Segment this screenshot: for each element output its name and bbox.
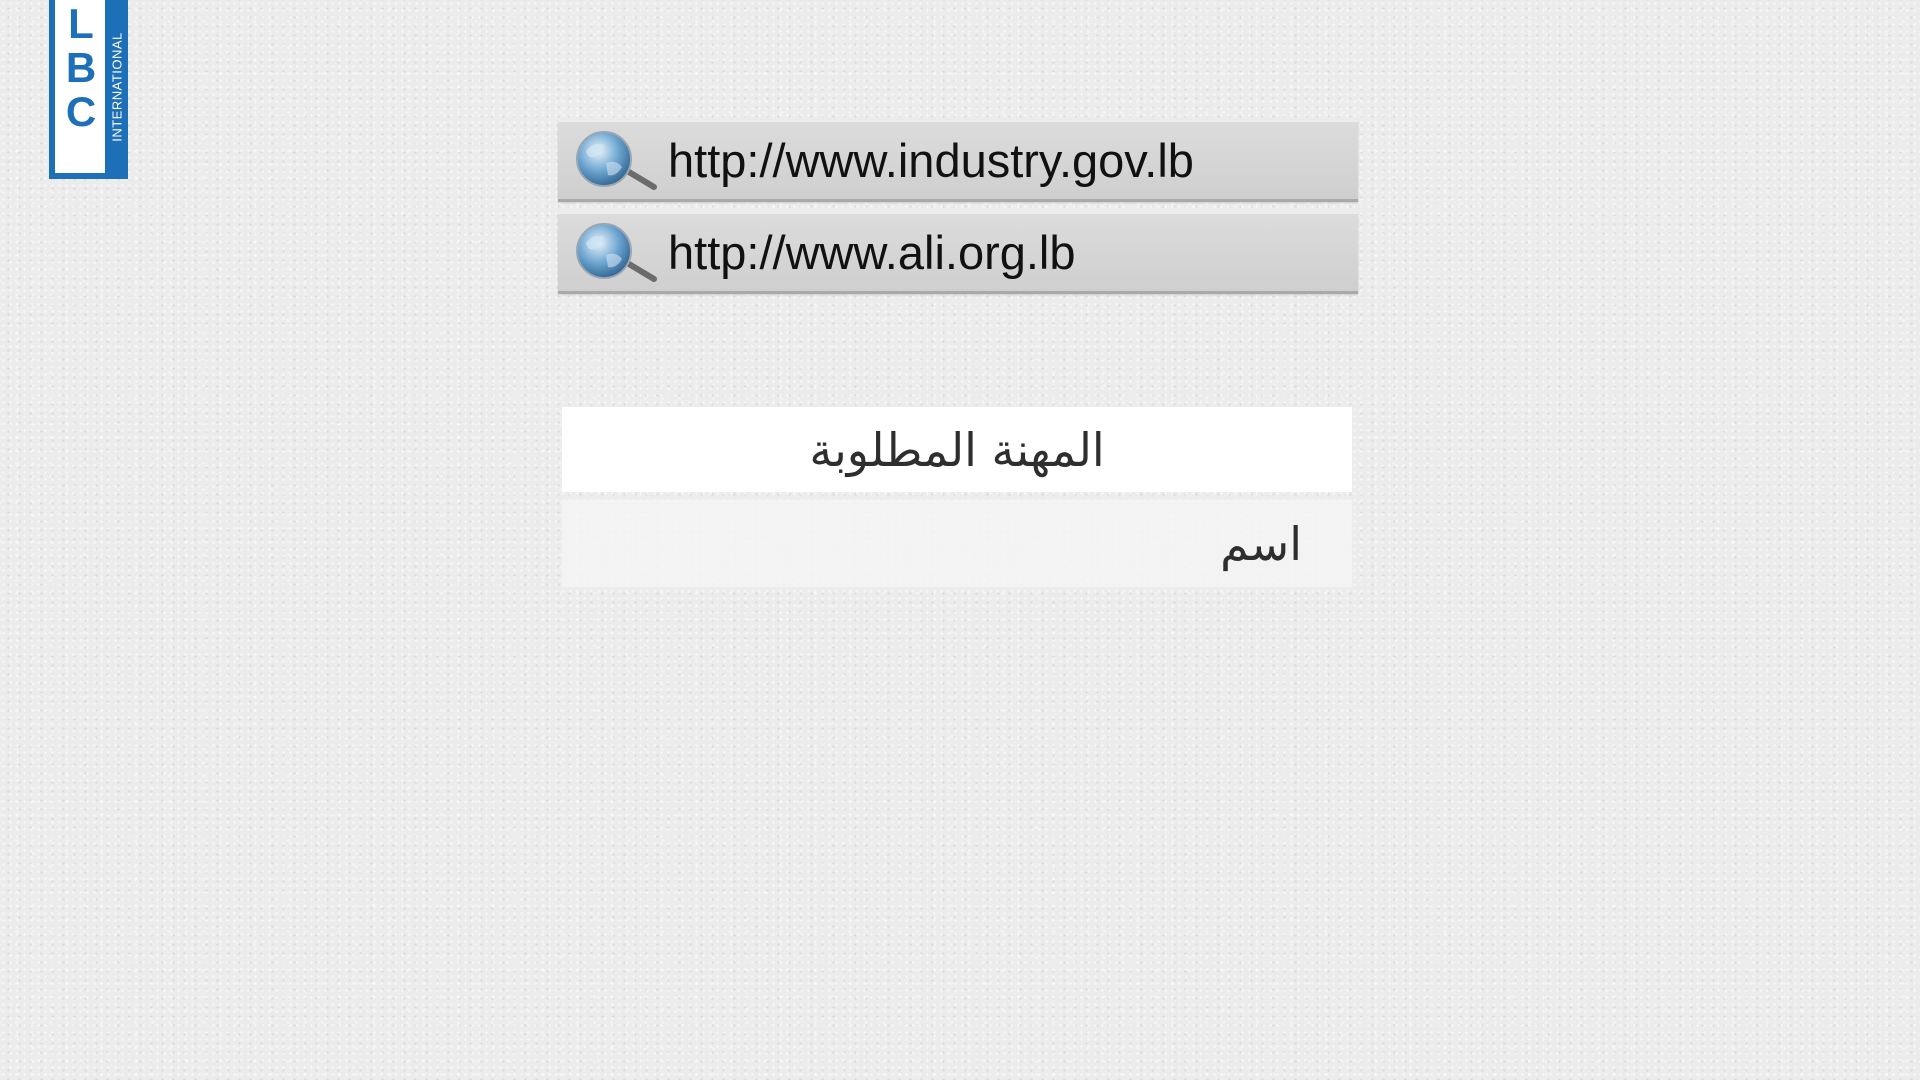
logo-letter-c: C bbox=[65, 88, 97, 135]
table-header: المهنة المطلوبة bbox=[562, 407, 1352, 492]
globe-search-icon bbox=[572, 221, 662, 285]
logo-side-band: INTERNATIONAL bbox=[105, 0, 128, 173]
link-bar-industry[interactable]: http://www.industry.gov.lb bbox=[558, 120, 1358, 202]
globe-search-icon bbox=[572, 129, 662, 193]
logo-side-text: INTERNATIONAL bbox=[109, 31, 124, 142]
logo-letter-b: B bbox=[65, 44, 97, 91]
logo-letters: L B C bbox=[58, 2, 104, 134]
link-url[interactable]: http://www.industry.gov.lb bbox=[668, 133, 1194, 188]
link-url[interactable]: http://www.ali.org.lb bbox=[668, 225, 1076, 280]
info-table: المهنة المطلوبة اسم bbox=[562, 407, 1352, 587]
channel-logo: L B C INTERNATIONAL bbox=[49, 0, 128, 179]
table-row: اسم bbox=[562, 500, 1352, 587]
logo-letter-l: L bbox=[68, 0, 94, 47]
link-bar-ali[interactable]: http://www.ali.org.lb bbox=[558, 212, 1358, 294]
website-links: http://www.industry.gov.lb http://www.al… bbox=[558, 120, 1358, 304]
